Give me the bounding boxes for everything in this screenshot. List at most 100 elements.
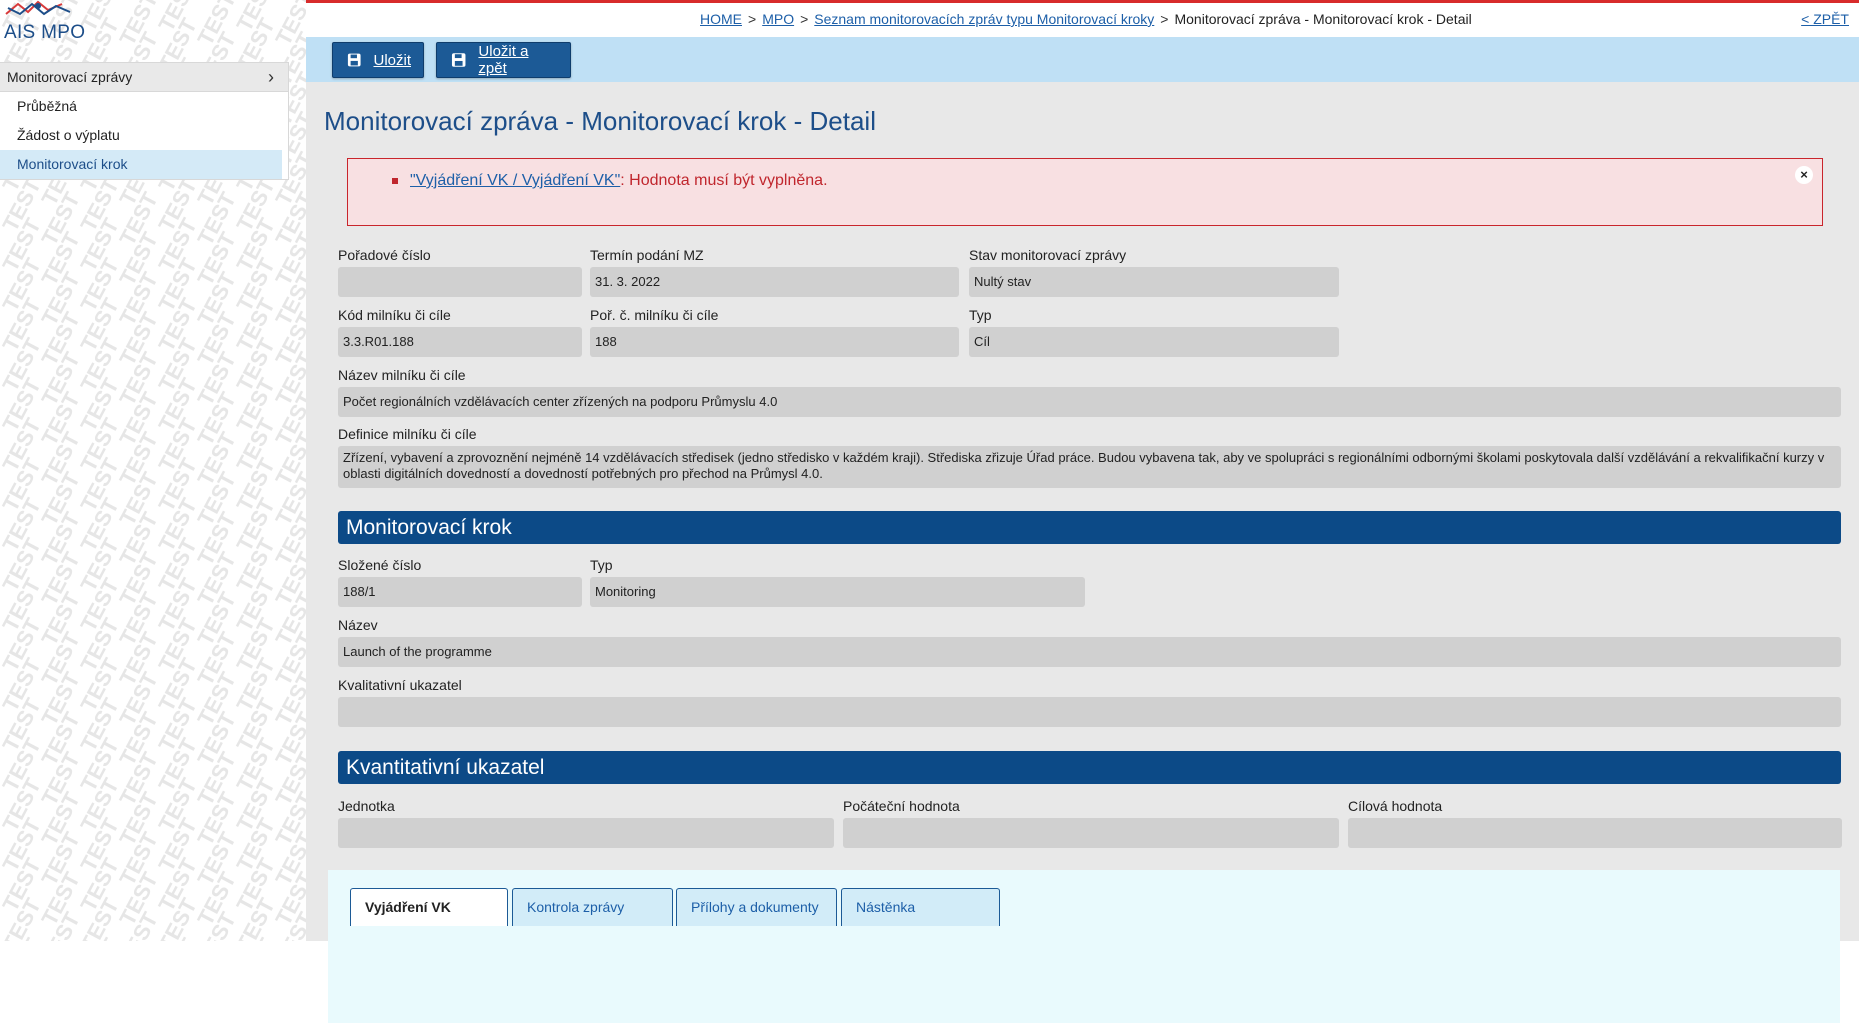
watermark-text: TEST: [114, 788, 163, 850]
chevron-right-icon: ›: [268, 66, 274, 87]
sidebar: TEST TEST TEST TEST TEST TEST TEST TEST TEST TEST…: [0, 0, 306, 941]
label-poradove-cislo: Pořadové číslo: [338, 247, 431, 263]
watermark-text: TEST: [114, 268, 163, 330]
watermark-text: TEST: [36, 588, 85, 650]
watermark-text: TEST: [75, 614, 124, 676]
watermark-text: TEST: [114, 308, 163, 370]
watermark-text: TEST: [0, 694, 46, 756]
alert-message: "Vyjádření VK / Vyjádření VK": Hodnota m…: [392, 172, 828, 190]
watermark-text: TEST: [36, 668, 85, 730]
watermark-text: TEST: [0, 774, 46, 836]
watermark-text: TEST: [231, 0, 280, 36]
watermark-text: TEST: [153, 934, 202, 941]
watermark-text: TEST: [36, 868, 85, 930]
field-pocatecni-hodnota: [843, 818, 1339, 848]
label-nazev-milniku: Název milníku či cíle: [338, 367, 466, 383]
watermark-text: TEST: [0, 214, 46, 276]
watermark-text: TEST: [192, 468, 241, 530]
save-button[interactable]: Uložit: [332, 42, 424, 78]
watermark-text: TEST: [36, 828, 85, 890]
watermark-text: TEST: [36, 228, 85, 290]
back-link[interactable]: < ZPĚT: [1801, 11, 1849, 27]
main-content: Monitorovací zpráva - Monitorovací krok …: [306, 82, 1859, 1023]
label-kod-milniku: Kód milníku či cíle: [338, 307, 451, 323]
watermark-text: TEST: [192, 748, 241, 810]
validation-alert: "Vyjádření VK / Vyjádření VK": Hodnota m…: [347, 158, 1823, 226]
watermark-text: TEST: [75, 414, 124, 476]
tab-nastenka[interactable]: Nástěnka: [841, 888, 1000, 926]
watermark-text: TEST: [270, 708, 306, 770]
watermark-text: TEST: [75, 574, 124, 636]
sidebar-item-monitorovaci-krok[interactable]: Monitorovací krok: [0, 150, 282, 179]
sidebar-item-zadost-o-vyplatu[interactable]: Žádost o výplatu: [0, 121, 282, 150]
watermark-text: TEST: [270, 868, 306, 930]
watermark-text: TEST: [270, 668, 306, 730]
watermark-text: TEST: [270, 468, 306, 530]
bullet-icon: [392, 178, 398, 184]
sidebar-section-label: Monitorovací zprávy: [7, 69, 133, 85]
watermark-text: TEST: [36, 188, 85, 250]
field-nazev-milniku: Počet regionálních vzdělávacích center z…: [338, 387, 1841, 417]
tab-prilohy-a-dokumenty[interactable]: Přílohy a dokumenty: [676, 888, 837, 926]
watermark-text: TEST: [270, 508, 306, 570]
breadcrumb: HOME > MPO > Seznam monitorovacích zpráv typ…: [700, 11, 1472, 27]
breadcrumb-home[interactable]: HOME: [700, 11, 742, 27]
watermark-text: TEST: [75, 734, 124, 796]
watermark-text: TEST: [36, 548, 85, 610]
watermark-text: TEST: [153, 734, 202, 796]
field-kvalitativni-ukazatel: [338, 697, 1841, 727]
watermark-text: TEST: [75, 934, 124, 941]
watermark-text: TEST: [192, 428, 241, 490]
watermark-text: TEST: [114, 668, 163, 730]
watermark-text: TEST: [75, 774, 124, 836]
watermark-text: TEST: [75, 894, 124, 941]
field-jednotka: [338, 818, 834, 848]
watermark-text: TEST: [192, 708, 241, 770]
alert-field-link[interactable]: "Vyjádření VK / Vyjádření VK": [410, 172, 620, 190]
watermark-text: TEST: [231, 854, 280, 916]
watermark-text: TEST: [270, 828, 306, 890]
watermark-text: TEST: [192, 188, 241, 250]
watermark-text: TEST: [270, 548, 306, 610]
save-button-label: Uložit: [373, 51, 411, 69]
breadcrumb-list[interactable]: Seznam monitorovacích zpráv typu Monitor…: [814, 11, 1154, 27]
watermark-text: TEST: [192, 508, 241, 570]
sidebar-item-prubezna[interactable]: Průběžná: [0, 92, 282, 121]
watermark-text: TEST: [153, 574, 202, 636]
watermark-text: TEST: [75, 654, 124, 716]
watermark-text: TEST: [114, 188, 163, 250]
watermark-text: TEST: [36, 348, 85, 410]
watermark-text: TEST: [270, 348, 306, 410]
tab-vyjadreni-vk[interactable]: Vyjádření VK: [350, 888, 508, 926]
breadcrumb-separator: >: [748, 11, 757, 27]
sidebar-section-monitorovaci-zpravy[interactable]: Monitorovací zprávy ›: [0, 63, 288, 92]
close-icon[interactable]: ×: [1795, 166, 1813, 184]
tab-kontrola-zpravy[interactable]: Kontrola zprávy: [512, 888, 673, 926]
watermark-text: TEST: [192, 908, 241, 941]
watermark-text: TEST: [231, 774, 280, 836]
field-stav-zpravy: Nultý stav: [969, 267, 1339, 297]
watermark-text: TEST: [114, 748, 163, 810]
watermark-text: TEST: [114, 348, 163, 410]
label-kvalitativni-ukazatel: Kvalitativní ukazatel: [338, 677, 462, 693]
watermark-text: TEST: [270, 268, 306, 330]
watermark-text: TEST: [270, 388, 306, 450]
watermark-text: TEST: [0, 174, 46, 236]
breadcrumb-mpo[interactable]: MPO: [762, 11, 794, 27]
watermark-text: TEST: [231, 214, 280, 276]
save-and-back-button[interactable]: Uložit a zpět: [436, 42, 571, 78]
watermark-text: TEST: [153, 214, 202, 276]
watermark-text: TEST: [153, 814, 202, 876]
watermark-text: TEST: [153, 294, 202, 356]
watermark-text: TEST: [0, 534, 46, 596]
watermark-text: TEST: [36, 508, 85, 570]
watermark-text: TEST: [231, 894, 280, 941]
field-por-c-milniku: 188: [590, 327, 959, 357]
watermark-text: TEST: [270, 0, 306, 50]
watermark-text: TEST: [75, 854, 124, 916]
field-typ-kroku: Monitoring: [590, 577, 1085, 607]
section-kvantitativni-ukazatel: Kvantitativní ukazatel: [338, 751, 1841, 784]
watermark-text: TEST: [0, 254, 46, 316]
watermark-text: TEST: [0, 814, 46, 876]
section-monitorovaci-krok: Monitorovací krok: [338, 511, 1841, 544]
